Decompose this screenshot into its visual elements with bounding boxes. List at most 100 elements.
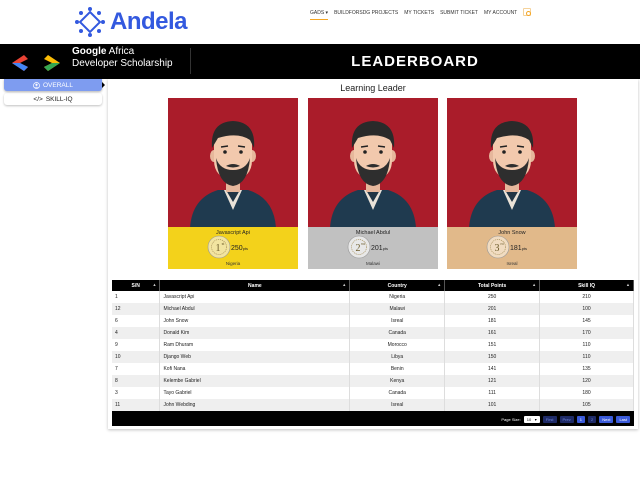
rank-medal-icon: 2 nd (347, 235, 371, 259)
cell-name: Ram Dhuram (159, 339, 351, 351)
leader-name: John Snow (498, 230, 526, 236)
cell-name: Donald Kim (159, 327, 351, 339)
cell-skill-iq: 145 (539, 315, 634, 327)
gads-title-google: Google (72, 46, 107, 57)
prev-page-button[interactable]: Prev (559, 415, 574, 423)
cell-name: Michael Abdul (159, 303, 351, 315)
cell-total-points: 250 (444, 291, 541, 303)
cell-name: John Snow (159, 315, 351, 327)
cell-country: Benin (349, 363, 446, 375)
table-row[interactable]: 9 Ram Dhuram Morocco 151 110 (112, 339, 634, 351)
cell-total-points: 101 (444, 399, 541, 411)
sidebar-item-overall[interactable]: OVERALL (4, 79, 105, 91)
sort-icon[interactable]: ▲ (437, 282, 441, 287)
cell-total-points: 150 (444, 351, 541, 363)
cell-skill-iq: 105 (539, 399, 634, 411)
svg-text:st: st (222, 242, 225, 246)
cell-name: Django Web (159, 351, 351, 363)
page-size-label: Page Size: (501, 416, 521, 422)
gads-title: Google Africa Developer Scholarship (72, 46, 173, 70)
page-1-button[interactable]: 1 (576, 415, 585, 423)
cell-country: Isreal (349, 399, 446, 411)
leader-points: 181pts (510, 245, 528, 252)
col-header-name[interactable]: Name ▲ (159, 280, 351, 291)
col-header-total-points[interactable]: Total Points ▲ (444, 280, 541, 291)
nav-gads[interactable]: GADS ▾ (310, 9, 329, 20)
sort-icon[interactable]: ▲ (152, 282, 156, 287)
table-row[interactable]: 6 John Snow Isreal 181 145 (112, 315, 634, 327)
avatar (469, 121, 555, 228)
cell-sn: 6 (112, 315, 161, 327)
cell-total-points: 151 (444, 339, 541, 351)
svg-text:rd: rd (500, 242, 503, 246)
gads-title-africa: Africa (106, 46, 135, 57)
page-size-select[interactable]: 10 ▾ (523, 415, 540, 423)
last-page-button[interactable]: Last (616, 415, 630, 423)
cell-total-points: 141 (444, 363, 541, 375)
col-header-label: S/N (131, 282, 140, 289)
nav-my-tickets[interactable]: MY TICKETS (404, 9, 434, 20)
sidebar-item-label: OVERALL (43, 81, 73, 89)
col-header-label: Country (387, 282, 407, 289)
table-row[interactable]: 3 Tayo Gabriel Canada 111 180 (112, 387, 634, 399)
brand-name: Andela (110, 8, 188, 35)
table-row[interactable]: 12 Michael Abdul Malawi 201 100 (112, 303, 634, 315)
page-title: LEADERBOARD (351, 53, 479, 70)
search-icon[interactable] (523, 8, 532, 16)
table-row[interactable]: 10 Django Web Libya 150 110 (112, 351, 634, 363)
cell-total-points: 121 (444, 375, 541, 387)
table-row[interactable]: 1 Javascript Api Nigeria 250 210 (112, 291, 634, 303)
leader-points: 250pts (231, 245, 249, 252)
col-header-skill-iq[interactable]: Skill IQ ▲ (539, 280, 634, 291)
cell-skill-iq: 110 (539, 351, 634, 363)
first-page-button[interactable]: First (542, 415, 557, 423)
table-row[interactable]: 4 Donald Kim Canada 161 170 (112, 327, 634, 339)
leader-card-footer: John Snow 3 rd 181pts Isreal (447, 227, 577, 269)
leader-card: Michael Abdul 2 nd 201pts Malawi (308, 98, 438, 269)
top-header: Andela GADS ▾ BUILDFORSDG PROJECTS MY TI… (0, 0, 640, 44)
cell-country: Kenya (349, 375, 446, 387)
cell-total-points: 111 (444, 387, 541, 399)
andela-logo[interactable]: Andela (74, 6, 188, 38)
col-header-label: Skill IQ (578, 282, 596, 289)
leader-card-footer: Michael Abdul 2 nd 201pts Malawi (308, 227, 438, 269)
cell-skill-iq: 110 (539, 339, 634, 351)
leader-country: Malawi (365, 261, 380, 266)
cell-sn: 9 (112, 339, 161, 351)
sort-icon[interactable]: ▲ (532, 282, 536, 287)
leader-country: Nigeria (225, 261, 241, 266)
sidebar-item-skill-iq[interactable]: </> SKILL-IQ (4, 93, 102, 105)
leader-points: 201pts (371, 245, 389, 252)
sort-icon[interactable]: ▲ (626, 282, 630, 287)
sort-icon[interactable]: ▲ (342, 282, 346, 287)
leader-name: Javascript Api (216, 230, 250, 236)
col-header-country[interactable]: Country ▲ (349, 280, 446, 291)
table-row[interactable]: 7 Kofi Nana Benin 141 135 (112, 363, 634, 375)
cell-skill-iq: 120 (539, 375, 634, 387)
cell-sn: 11 (112, 399, 161, 411)
cell-skill-iq: 135 (539, 363, 634, 375)
cell-sn: 10 (112, 351, 161, 363)
next-page-button[interactable]: Next (599, 415, 614, 423)
chevron-down-icon: ▾ (534, 416, 537, 422)
andela-mark-icon (75, 7, 105, 37)
cell-sn: 1 (112, 291, 161, 303)
leader-card-footer: Javascript Api 1 st 250pts Nigeria (168, 227, 298, 269)
pagination: Page Size: 10 ▾ First Prev 1 2 Next Last (501, 414, 630, 424)
nav-my-account[interactable]: MY ACCOUNT (484, 9, 517, 20)
nav-buildforsdg[interactable]: BUILDFORSDG PROJECTS (334, 9, 398, 20)
table-row[interactable]: 8 Kelembe Gabriel Kenya 121 120 (112, 375, 634, 387)
cell-total-points: 201 (444, 303, 541, 315)
cell-skill-iq: 180 (539, 387, 634, 399)
page-2-button[interactable]: 2 (587, 415, 597, 423)
leader-country: Isreal (506, 261, 518, 266)
col-header-label: Name (248, 282, 262, 289)
leaderboard-grid: S/N ▲ Name ▲ Country ▲ Total Points ▲ Skill … (112, 280, 634, 426)
table-row[interactable]: 11 John Webding Isreal 101 105 (112, 399, 634, 411)
svg-text:2: 2 (356, 243, 361, 254)
col-header-sn[interactable]: S/N ▲ (112, 280, 161, 291)
gads-logo-icon (12, 55, 60, 71)
cell-total-points: 181 (444, 315, 541, 327)
rank-medal-icon: 3 rd (486, 235, 510, 259)
nav-submit-ticket[interactable]: SUBMIT TICKET (440, 9, 478, 20)
